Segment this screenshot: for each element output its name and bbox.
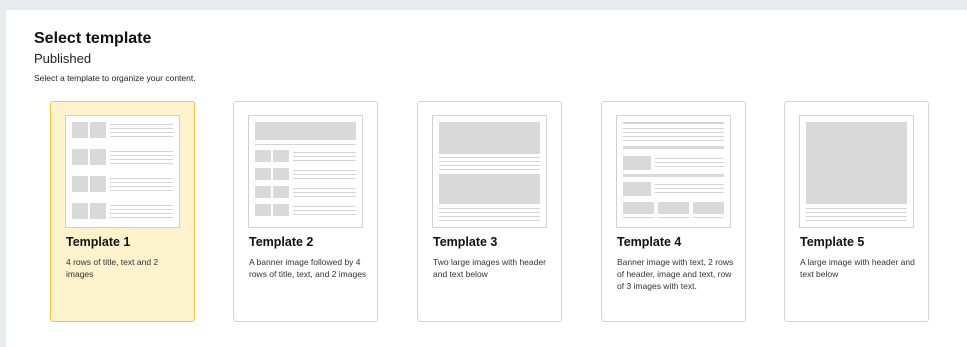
template-2-description: A banner image followed by 4 rows of tit…	[249, 257, 367, 279]
template-3-title: Template 3	[433, 235, 498, 249]
template-5-description: A large image with header and text below	[800, 257, 915, 279]
template-card-4[interactable]: Template 4 Banner image with text, 2 row…	[601, 101, 746, 322]
template-2-thumbnail	[248, 115, 363, 228]
template-3-thumbnail	[432, 115, 547, 228]
status-label: Published	[34, 51, 92, 66]
template-5-title: Template 5	[800, 235, 865, 249]
template-card-3[interactable]: Template 3 Two large images with header …	[417, 101, 562, 322]
template-panel: Select template Published Select a templ…	[6, 10, 967, 347]
template-4-thumbnail	[616, 115, 731, 228]
template-card-1[interactable]: Template 1 4 rows of title, text and 2 i…	[50, 101, 195, 322]
template-1-thumbnail	[65, 115, 180, 228]
page-title: Select template	[34, 30, 152, 47]
template-card-5[interactable]: Template 5 A large image with header and…	[784, 101, 929, 322]
template-card-2[interactable]: Template 2 A banner image followed by 4 …	[233, 101, 378, 322]
template-4-title: Template 4	[617, 235, 682, 249]
template-2-title: Template 2	[249, 235, 314, 249]
template-5-thumbnail	[799, 115, 914, 228]
template-1-title: Template 1	[66, 235, 131, 249]
instruction-text: Select a template to organize your conte…	[34, 73, 196, 83]
template-4-description: Banner image with text, 2 rows of header…	[617, 257, 734, 291]
template-1-description: 4 rows of title, text and 2 images	[66, 257, 159, 279]
template-3-description: Two large images with header and text be…	[433, 257, 546, 279]
